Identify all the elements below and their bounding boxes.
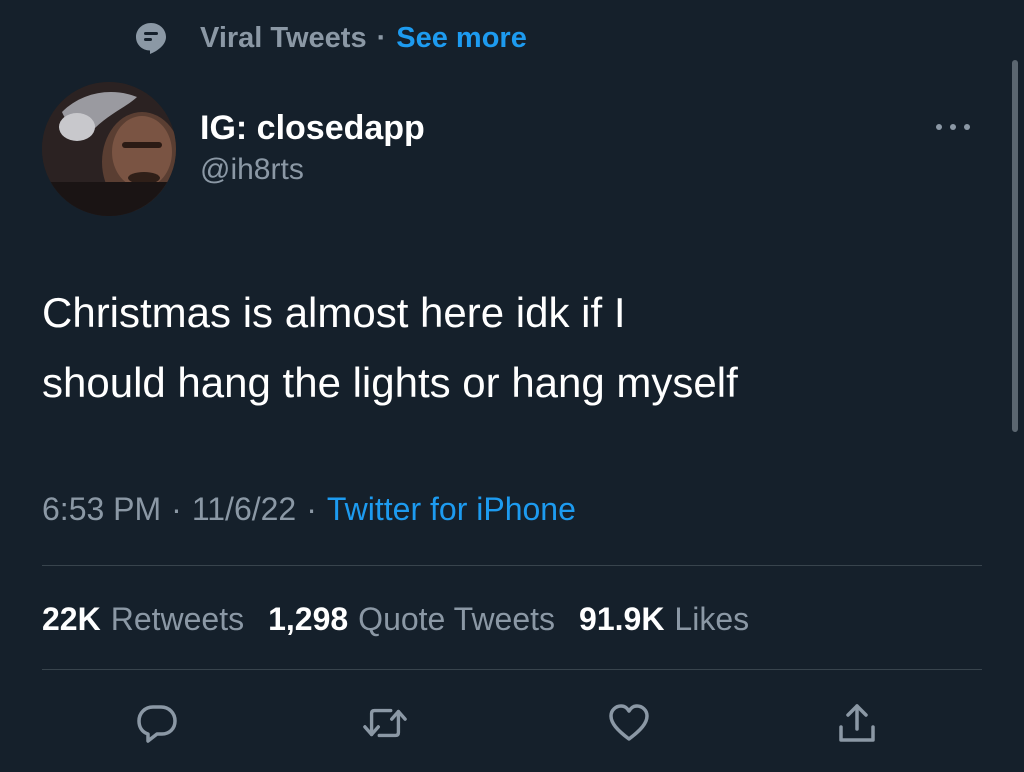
tweet-time[interactable]: 6:53 PM: [42, 491, 161, 528]
separator: ·: [171, 490, 182, 527]
quote-tweets-count: 1,298: [268, 600, 349, 637]
likes-label: Likes: [674, 600, 750, 637]
topic-bubble-icon: [134, 21, 168, 55]
reply-icon: [137, 705, 177, 743]
divider: [42, 669, 982, 670]
more-dots-icon: [936, 124, 970, 130]
retweet-button[interactable]: [362, 700, 408, 746]
author-block: IG: closedapp @ih8rts: [200, 106, 425, 190]
retweets-stat[interactable]: 22K Retweets: [42, 601, 244, 638]
share-button[interactable]: [834, 700, 880, 746]
user-handle[interactable]: @ih8rts: [200, 150, 425, 190]
social-context: Viral Tweets · See more: [134, 18, 527, 58]
like-icon: [609, 704, 649, 741]
tweet-date[interactable]: 11/6/22: [192, 491, 296, 528]
retweets-count: 22K: [42, 600, 101, 637]
tweet-stats: 22K Retweets 1,298 Quote Tweets 91.9K Li…: [42, 596, 773, 642]
avatar[interactable]: [42, 82, 176, 216]
tweet-source-link[interactable]: Twitter for iPhone: [327, 491, 576, 528]
retweet-icon: [363, 708, 407, 738]
likes-stat[interactable]: 91.9K Likes: [579, 601, 749, 638]
tweet-text: Christmas is almost here idk if I should…: [42, 278, 982, 418]
more-options-button[interactable]: [930, 112, 976, 142]
tweet-text-line: should hang the lights or hang myself: [42, 359, 738, 406]
divider: [42, 565, 982, 566]
tweet-text-line: Christmas is almost here idk if I: [42, 289, 626, 336]
quote-tweets-label: Quote Tweets: [358, 600, 556, 637]
quote-tweets-stat[interactable]: 1,298 Quote Tweets: [268, 601, 555, 638]
likes-count: 91.9K: [579, 600, 665, 637]
share-icon: [839, 704, 875, 742]
retweets-label: Retweets: [110, 600, 245, 637]
like-button[interactable]: [606, 700, 652, 746]
tweet-actions: [0, 692, 1024, 752]
scrollbar[interactable]: [1012, 60, 1018, 432]
tweet-meta: 6:53 PM · 11/6/22 · Twitter for iPhone: [42, 486, 576, 532]
display-name[interactable]: IG: closedapp: [200, 106, 425, 150]
see-more-link[interactable]: See more: [396, 22, 527, 55]
topic-label[interactable]: Viral Tweets: [200, 22, 367, 55]
reply-button[interactable]: [134, 700, 180, 746]
separator: ·: [376, 21, 387, 54]
separator: ·: [306, 490, 317, 527]
